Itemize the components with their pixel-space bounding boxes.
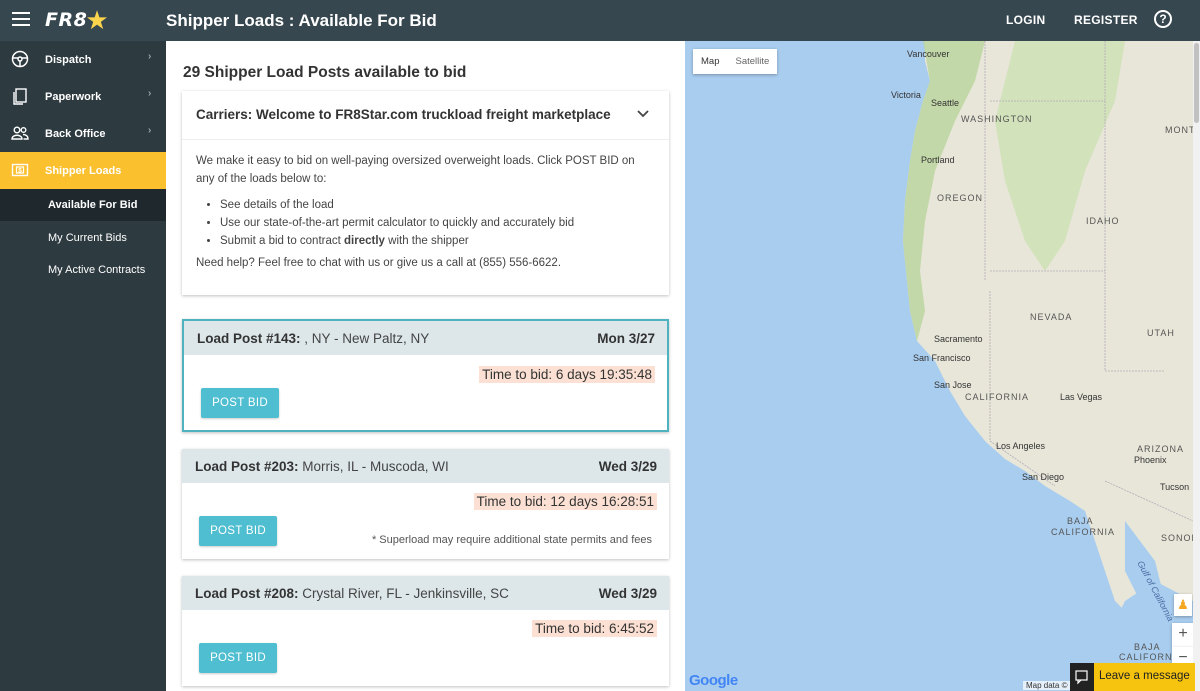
map-state-label: IDAHO: [1086, 216, 1120, 226]
sidebar-item-dispatch[interactable]: Dispatch ›: [0, 41, 166, 78]
load-date: Wed 3/29: [598, 459, 657, 474]
sidebar-subitem-my-active-contracts[interactable]: My Active Contracts: [0, 254, 166, 286]
scrollbar[interactable]: [1193, 41, 1200, 691]
map-data-attribution[interactable]: Map data ©: [1023, 681, 1071, 690]
load-date: Wed 3/29: [598, 586, 657, 601]
list-item: See details of the load: [220, 196, 574, 214]
welcome-heading[interactable]: Carriers: Welcome to FR8Star.com trucklo…: [196, 107, 611, 122]
map[interactable]: Map Satellite Vancouver Victoria Seattle…: [685, 41, 1193, 691]
map-land: [903, 41, 1193, 691]
map-city-label: Tucson: [1160, 482, 1190, 492]
time-to-bid: Time to bid: 12 days 16:28:51: [473, 493, 657, 510]
dollar-icon: $: [11, 163, 29, 177]
post-bid-button[interactable]: POST BID: [199, 643, 277, 673]
map-city-label: San Jose: [934, 380, 972, 390]
map-city-label: Victoria: [891, 90, 921, 100]
sidebar-item-paperwork[interactable]: Paperwork ›: [0, 78, 166, 115]
map-state-label: OREGON: [937, 193, 984, 203]
map-city-label: San Diego: [1022, 472, 1065, 482]
map-city-label: Seattle: [931, 98, 960, 108]
chevron-right-icon: ›: [148, 51, 152, 62]
load-card[interactable]: Load Post #203: Morris, IL - Muscoda, WI…: [182, 449, 669, 559]
map-state-label: ARIZONA: [1137, 444, 1185, 454]
chevron-right-icon: ›: [148, 125, 152, 136]
sidebar-subitem-my-current-bids[interactable]: My Current Bids: [0, 222, 166, 254]
welcome-intro: We make it easy to bid on well-paying ov…: [196, 155, 635, 185]
svg-text:$: $: [18, 167, 22, 174]
map-city-label: Portland: [921, 155, 955, 165]
load-count-title: 29 Shipper Load Posts available to bid: [183, 64, 467, 81]
superload-note: * Superload may require additional state…: [371, 534, 652, 546]
map-city-label: Los Angeles: [996, 441, 1046, 451]
map-city-label: Sacramento: [934, 334, 983, 344]
load-card-header: Load Post #143: , NY - New Paltz, NY Mon…: [184, 321, 667, 355]
map-state-label: CALIFORNIA: [965, 392, 1030, 402]
map-state-label: MONT: [1165, 125, 1193, 135]
sidebar: Dispatch › Paperwork › Back Office › $ S…: [0, 41, 166, 691]
main-content: 29 Shipper Load Posts available to bid C…: [166, 41, 685, 691]
page-title: Shipper Loads : Available For Bid: [166, 11, 437, 30]
map-state-label: BAJA: [1067, 516, 1094, 526]
sidebar-item-shipper-loads[interactable]: $ Shipper Loads: [0, 152, 166, 189]
map-type-control: Map Satellite: [693, 49, 778, 74]
map-city-label: Las Vegas: [1060, 392, 1103, 402]
login-link[interactable]: LOGIN: [1006, 13, 1046, 27]
load-title: Load Post #203: Morris, IL - Muscoda, WI: [195, 459, 449, 474]
documents-icon: [13, 88, 27, 105]
satellite-view-button[interactable]: Satellite: [727, 49, 777, 74]
star-icon: ★: [85, 5, 109, 35]
map-state-label: CALIFORNIA: [1051, 527, 1116, 537]
time-to-bid: Time to bid: 6 days 19:35:48: [479, 366, 655, 383]
load-card-header: Load Post #203: Morris, IL - Muscoda, WI…: [182, 449, 669, 483]
zoom-in-button[interactable]: +: [1172, 623, 1193, 647]
help-icon[interactable]: ?: [1154, 10, 1172, 28]
chat-icon: [1070, 663, 1094, 691]
map-city-label: Phoenix: [1134, 455, 1167, 465]
load-card-header: Load Post #208: Crystal River, FL - Jenk…: [182, 576, 669, 610]
welcome-bullet-list: See details of the load Use our state-of…: [220, 196, 574, 250]
fr8star-logo[interactable]: FR8 ★: [45, 7, 109, 33]
scrollbar-thumb[interactable]: [1194, 43, 1199, 123]
load-date: Mon 3/27: [597, 331, 655, 346]
time-to-bid: Time to bid: 6:45:52: [532, 620, 657, 637]
leave-message-button[interactable]: Leave a message: [1070, 663, 1195, 691]
post-bid-button[interactable]: POST BID: [199, 516, 277, 546]
map-view-button[interactable]: Map: [693, 49, 727, 74]
map-state-label: UTAH: [1147, 328, 1175, 338]
load-card[interactable]: Load Post #208: Crystal River, FL - Jenk…: [182, 576, 669, 686]
steering-wheel-icon: [11, 50, 29, 68]
chevron-down-icon[interactable]: [637, 106, 649, 121]
divider: [182, 139, 669, 140]
map-city-label: San Francisco: [913, 353, 971, 363]
street-view-pegman-icon[interactable]: ♟: [1174, 594, 1192, 616]
register-link[interactable]: REGISTER: [1074, 13, 1138, 27]
map-state-label: SONORA: [1161, 533, 1193, 543]
hamburger-menu-icon[interactable]: [12, 12, 30, 28]
map-state-label: BAJA: [1134, 642, 1161, 652]
load-title: Load Post #208: Crystal River, FL - Jenk…: [195, 586, 509, 601]
map-state-label: NEVADA: [1030, 312, 1073, 322]
load-card[interactable]: Load Post #143: , NY - New Paltz, NY Mon…: [182, 319, 669, 432]
welcome-help-text: Need help? Feel free to chat with us or …: [196, 257, 562, 269]
list-item: Submit a bid to contract directly with t…: [220, 232, 574, 250]
sidebar-subitem-available-for-bid[interactable]: Available For Bid: [0, 189, 166, 221]
sidebar-item-back-office[interactable]: Back Office ›: [0, 115, 166, 152]
google-logo: Google: [689, 672, 738, 689]
chevron-right-icon: ›: [148, 88, 152, 99]
people-icon: [11, 126, 29, 140]
map-state-label: WASHINGTON: [961, 114, 1033, 124]
welcome-panel: Carriers: Welcome to FR8Star.com trucklo…: [182, 91, 669, 295]
list-item: Use our state-of-the-art permit calculat…: [220, 214, 574, 232]
post-bid-button[interactable]: POST BID: [201, 388, 279, 418]
load-title: Load Post #143: , NY - New Paltz, NY: [197, 331, 430, 346]
top-bar: FR8 ★ Shipper Loads : Available For Bid L…: [0, 0, 1200, 41]
map-city-label: Vancouver: [907, 49, 950, 59]
